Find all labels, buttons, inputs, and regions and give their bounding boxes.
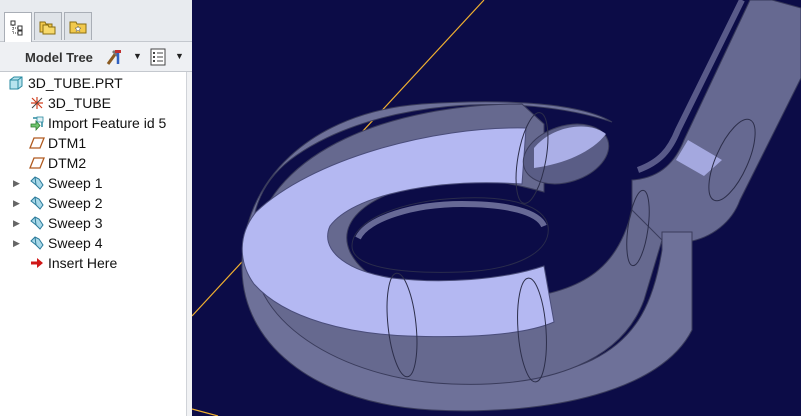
folder-browser-icon (39, 21, 56, 34)
datum-axis-line (192, 408, 219, 416)
datum-plane-icon (29, 157, 45, 169)
sweep-icon (30, 216, 44, 230)
tree-item-sweep[interactable]: ▶ Sweep 4 (0, 233, 186, 253)
expand-arrow-icon[interactable]: ▶ (13, 233, 23, 253)
expand-arrow-icon[interactable]: ▶ (13, 213, 23, 233)
sweep-icon (30, 236, 44, 250)
settings-button[interactable] (104, 46, 126, 68)
sweep-icon (30, 196, 44, 210)
exit-pipe (631, 0, 801, 243)
model-tree-toolbar: Model Tree ▼ ▼ (0, 42, 192, 72)
tree-item-label: Sweep 4 (48, 235, 103, 251)
import-feature-icon (30, 116, 44, 131)
graphics-viewport[interactable] (192, 0, 801, 416)
list-icon (150, 48, 166, 66)
tree-item-label: Import Feature id 5 (48, 115, 167, 131)
expand-arrow-icon[interactable]: ▶ (13, 173, 23, 193)
model-tree-panel: Model Tree ▼ ▼ 3D_TUBE.PRT 3D_TUBE Impor… (0, 0, 192, 416)
tab-folder-browser[interactable] (34, 12, 62, 40)
tree-item-part[interactable]: 3D_TUBE.PRT (0, 73, 186, 93)
tree-item-label: 3D_TUBE.PRT (28, 75, 123, 91)
navigator-tabs (0, 0, 192, 43)
tree-item-coordinate-system[interactable]: 3D_TUBE (0, 93, 186, 113)
tube-model-render (192, 0, 801, 416)
tree-item-sweep[interactable]: ▶ Sweep 1 (0, 173, 186, 193)
tab-model-tree[interactable] (4, 12, 32, 43)
tree-item-label: Sweep 2 (48, 195, 103, 211)
expand-arrow-icon[interactable]: ▶ (13, 193, 23, 213)
model-tree-icon (10, 20, 23, 36)
tree-item-sweep[interactable]: ▶ Sweep 2 (0, 193, 186, 213)
tree-item-sweep[interactable]: ▶ Sweep 3 (0, 213, 186, 233)
coordinate-system-icon (31, 97, 43, 109)
model-tree: 3D_TUBE.PRT 3D_TUBE Import Feature id 5 … (0, 72, 186, 416)
tree-item-label: Insert Here (48, 255, 118, 271)
show-button[interactable] (147, 46, 169, 68)
insert-here-arrow-icon (31, 258, 43, 268)
tree-item-label: DTM1 (48, 135, 87, 151)
part-icon (9, 76, 23, 90)
tree-item-datum-plane[interactable]: DTM1 (0, 133, 186, 153)
tree-item-label: Sweep 1 (48, 175, 103, 191)
model-tree-title: Model Tree (25, 50, 93, 65)
tools-icon (106, 50, 121, 65)
tree-item-label: Sweep 3 (48, 215, 103, 231)
tree-item-label: 3D_TUBE (48, 95, 112, 111)
tree-item-insert-here[interactable]: Insert Here (0, 253, 186, 273)
show-dropdown-arrow-icon[interactable]: ▼ (175, 52, 184, 61)
datum-plane-icon (29, 137, 45, 149)
settings-dropdown-arrow-icon[interactable]: ▼ (133, 52, 142, 61)
sweep-icon (30, 176, 44, 190)
tab-favorites[interactable] (64, 12, 92, 40)
tree-item-label: DTM2 (48, 155, 87, 171)
favorites-folder-icon (69, 21, 87, 33)
tree-item-import-feature[interactable]: Import Feature id 5 (0, 113, 186, 133)
tree-item-datum-plane[interactable]: DTM2 (0, 153, 186, 173)
